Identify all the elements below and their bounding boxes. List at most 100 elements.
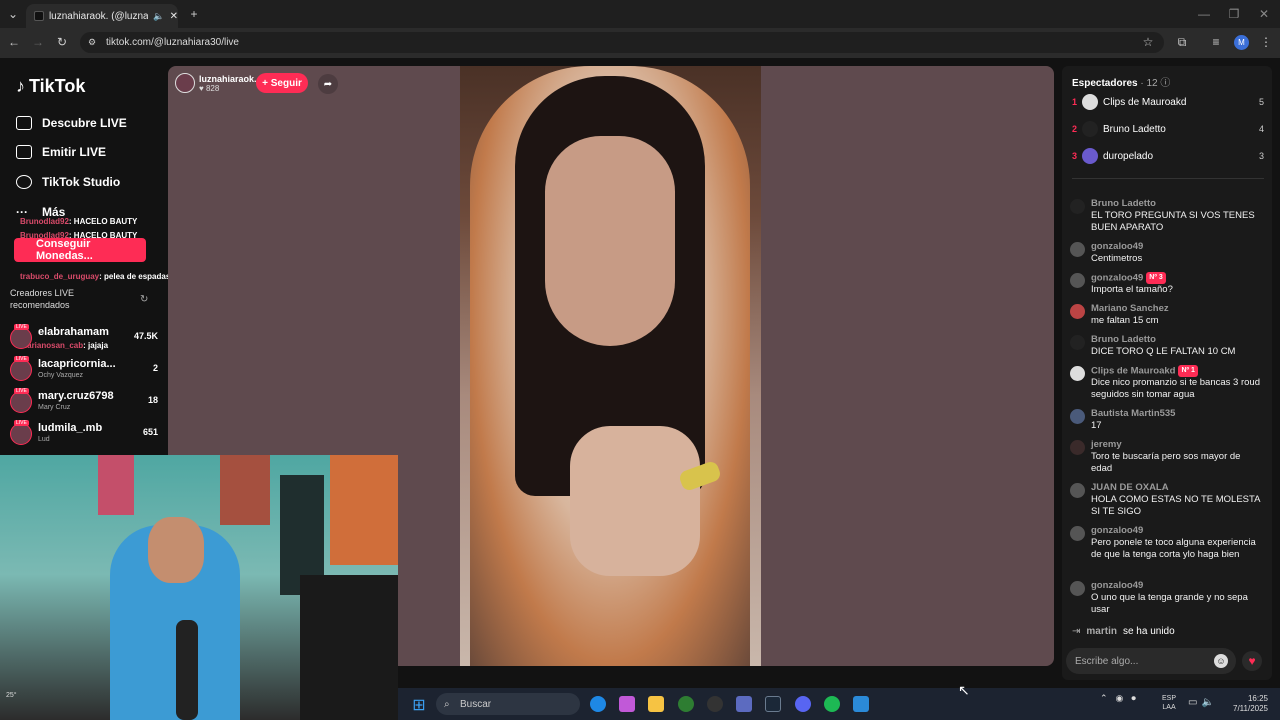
chat-user[interactable]: gonzaloo49 — [1091, 525, 1143, 537]
url-field[interactable]: tiktok.com/@luznahiara30/live — [80, 32, 1164, 53]
edge-icon[interactable] — [590, 696, 606, 712]
close-tab-icon[interactable]: ✕ — [170, 11, 178, 22]
viewer-count: 47.5K — [133, 331, 158, 341]
live-badge: LIVE — [14, 420, 29, 426]
chat-text: Centimetros — [1091, 253, 1143, 264]
spotify-icon[interactable] — [824, 696, 840, 712]
likes-value: 828 — [205, 84, 220, 93]
chat-user[interactable]: jeremy — [1091, 439, 1122, 451]
discord-icon[interactable] — [795, 696, 811, 712]
recommended-item[interactable]: LIVE lacapricornia... Ochy Vazquez 2 — [10, 356, 158, 385]
chat-text: 17 — [1091, 420, 1102, 431]
chat-user[interactable]: gonzaloo49 — [1091, 273, 1143, 284]
chat-user[interactable]: Clips de Mauroakd — [1091, 366, 1175, 377]
webcam-overlay — [0, 455, 398, 720]
app-icon[interactable] — [853, 696, 869, 712]
extensions-icon[interactable]: ⧉ — [1174, 34, 1190, 50]
streamer-avatar[interactable] — [175, 73, 195, 93]
menu-kebab-icon[interactable]: ⋮ — [1258, 34, 1274, 50]
chat-user-wrap[interactable]: Clips de Mauroakd Nº 1 — [1091, 365, 1198, 378]
live-badge: LIVE — [14, 388, 29, 394]
reload-icon[interactable]: ↻ — [54, 34, 70, 50]
time: 16:25 — [1247, 694, 1268, 703]
tray-status[interactable]: ▭ 🔈 — [1188, 697, 1214, 708]
refresh-icon[interactable]: ↻ — [140, 294, 148, 305]
viewer-score: 4 — [1258, 124, 1264, 134]
chat-text: Toro te buscaría pero sos mayor de edad — [1091, 451, 1241, 474]
nav-go-live[interactable]: Emitir LIVE — [16, 145, 106, 159]
browser-tab[interactable]: luznahiaraok. (@luznahiara... 🔈 ✕ — [26, 4, 178, 28]
creator-sub: Mary Cruz — [38, 404, 71, 411]
chrome-icon[interactable] — [678, 696, 694, 712]
tray-app-icon[interactable]: ◉ — [1116, 693, 1124, 704]
maximize-icon[interactable]: ❐ — [1226, 6, 1242, 22]
chat-text: HOLA COMO ESTAS NO TE MOLESTA SI TE SIGO — [1091, 494, 1260, 517]
chat-user-wrap[interactable]: gonzaloo49 Nº 3 — [1091, 272, 1166, 285]
get-coins-button[interactable]: Conseguir Monedas... — [14, 238, 146, 262]
tiktok-logo[interactable]: ♪ TikTok — [16, 76, 85, 97]
join-user[interactable]: martin — [1086, 626, 1117, 637]
chat-user[interactable]: gonzaloo49 — [1091, 241, 1143, 253]
tray-chevron-icon[interactable]: ⌃ — [1100, 693, 1108, 704]
steam-icon[interactable] — [765, 696, 781, 712]
site-info-icon[interactable]: ⚙ — [84, 34, 100, 50]
chat-user[interactable]: JUAN DE OXALA — [1091, 482, 1169, 494]
minimize-icon[interactable]: — — [1196, 6, 1212, 22]
chat-text: me faltan 15 cm — [1091, 315, 1159, 326]
join-notice: ⇥ martin se ha unido — [1072, 626, 1175, 637]
taskbar-search[interactable]: ⌕ Buscar — [436, 693, 580, 715]
recommended-item[interactable]: LIVE elabrahamam 47.5K — [10, 324, 158, 353]
mic-icon[interactable]: ⏺ — [1131, 693, 1136, 704]
emoji-icon[interactable]: ☺ — [1214, 654, 1228, 668]
recommended-item[interactable]: LIVE mary.cruz6798 Mary Cruz 18 — [10, 388, 158, 417]
viewers-count: 12 — [1146, 78, 1158, 89]
forward-icon[interactable]: → — [30, 34, 46, 50]
obs-icon[interactable] — [707, 696, 723, 712]
chat-user[interactable]: Bruno Ladetto — [1091, 334, 1156, 346]
follow-button[interactable]: + Seguir — [256, 73, 308, 93]
join-text: se ha unido — [1122, 626, 1175, 637]
teams-icon[interactable] — [736, 696, 752, 712]
profile-avatar[interactable]: M — [1234, 35, 1249, 50]
bookmark-star-icon[interactable]: ☆ — [1140, 34, 1156, 50]
speaker-icon[interactable]: 🔈 — [153, 11, 164, 22]
chat-input[interactable]: Escribe algo... — [1066, 648, 1236, 674]
top-viewer-row[interactable]: 2 Bruno Ladetto 4 — [1072, 121, 1264, 141]
share-icon[interactable]: ➦ — [318, 74, 338, 94]
video-face — [545, 136, 675, 346]
back-icon[interactable]: ← — [6, 34, 22, 50]
nav-tiktok-studio[interactable]: TikTok Studio — [16, 175, 120, 189]
heart-icon[interactable]: ♥ — [1242, 651, 1262, 671]
top-viewer-row[interactable]: 3 duropelado 3 — [1072, 148, 1264, 168]
viewer-count: 2 — [152, 363, 158, 373]
join-icon: ⇥ — [1072, 626, 1081, 637]
chat-user[interactable]: gonzaloo49 — [1091, 580, 1143, 592]
new-tab-icon[interactable]: + — [186, 6, 202, 22]
viewers-count-wrap: · 12 ⓘ — [1140, 78, 1171, 89]
clock[interactable]: 16:25 7/11/2025 — [1222, 694, 1268, 714]
tiktok-favicon-icon — [34, 11, 44, 21]
viewers-title: Espectadores — [1072, 78, 1138, 89]
chat-user[interactable]: Mariano Sanchez — [1091, 303, 1169, 315]
tab-list-icon[interactable]: ⌄ — [5, 6, 21, 22]
window-close-icon[interactable]: ✕ — [1256, 6, 1272, 22]
creator-name: elabrahamam — [38, 326, 109, 338]
streamer-name[interactable]: luznahiaraok. — [199, 74, 257, 84]
windows-start-icon[interactable]: ⊞ — [410, 696, 428, 714]
language-indicator[interactable]: ESP LAA — [1162, 694, 1176, 712]
chat-user[interactable]: Bruno Ladetto — [1091, 198, 1156, 210]
avatar — [1070, 273, 1085, 288]
creator-name: lacapricornia... — [38, 358, 116, 370]
stream-video[interactable] — [460, 66, 761, 666]
nav-discover-live[interactable]: Descubre LIVE — [16, 116, 127, 130]
weather-widget[interactable]: 25° — [6, 692, 17, 699]
chat-user[interactable]: Bautista Martin535 — [1091, 408, 1175, 420]
top-viewer-row[interactable]: 1 Clips de Mauroakd 5 — [1072, 94, 1264, 114]
creator-sub: Ochy Vazquez — [38, 372, 84, 379]
recommended-item[interactable]: LIVE ludmila_.mb Lud 651 — [10, 420, 158, 449]
weather-temp: 25° — [6, 692, 17, 699]
media-control-icon[interactable]: ≡ — [1208, 34, 1224, 50]
copilot-icon[interactable] — [619, 696, 635, 712]
studio-icon — [16, 175, 32, 189]
file-explorer-icon[interactable] — [648, 696, 664, 712]
